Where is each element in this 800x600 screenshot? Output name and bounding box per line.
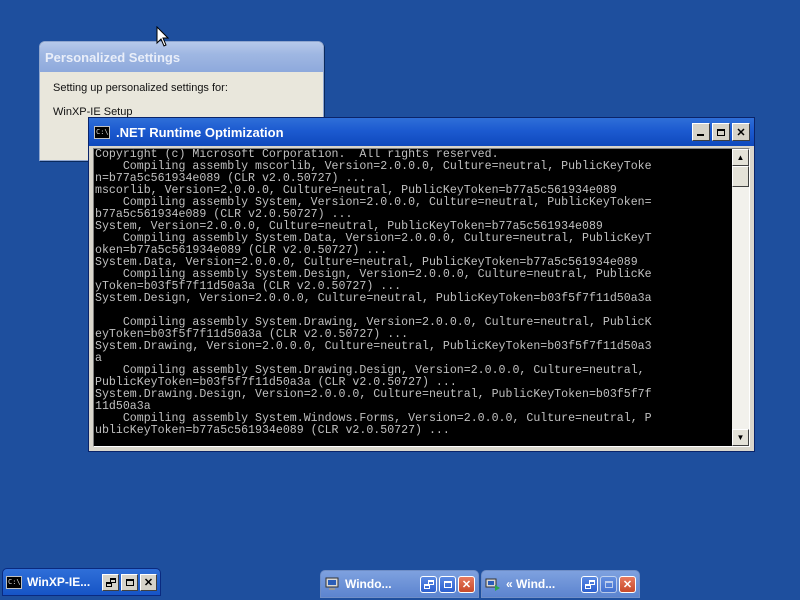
- setup-icon: [485, 578, 500, 591]
- console-line: System.Design, Version=2.0.0.0, Culture=…: [95, 292, 652, 305]
- close-button[interactable]: ✕: [458, 575, 475, 593]
- minimized-window-label: WinXP-IE...: [27, 575, 91, 589]
- computer-icon: [325, 577, 339, 590]
- scroll-thumb[interactable]: [732, 166, 749, 187]
- close-icon: ✕: [143, 576, 154, 589]
- console-scrollbar[interactable]: ▲ ▼: [732, 149, 749, 446]
- minimize-icon: [697, 134, 704, 136]
- console-line: System.Drawing.Design, Version=2.0.0.0, …: [95, 388, 652, 401]
- mouse-pointer-icon: [156, 26, 170, 47]
- console-line: ublicKeyToken=b77a5c561934e089 (CLR v2.0…: [95, 424, 450, 437]
- console-title: .NET Runtime Optimization: [116, 124, 284, 140]
- console-line: System.Drawing, Version=2.0.0.0, Culture…: [95, 340, 652, 353]
- maximize-button[interactable]: [600, 575, 617, 593]
- close-icon: ✕: [736, 126, 746, 139]
- restore-button[interactable]: [581, 575, 598, 593]
- personalized-settings-title: Personalized Settings: [45, 49, 181, 65]
- restore-icon: [105, 577, 116, 587]
- arrow-up-icon: ▲: [736, 153, 745, 162]
- scroll-down-button[interactable]: ▼: [732, 429, 749, 446]
- maximize-button[interactable]: [121, 573, 138, 591]
- restore-button[interactable]: [420, 575, 437, 593]
- console-output-area[interactable]: Copyright (c) Microsoft Corporation. All…: [93, 148, 750, 447]
- minimize-button[interactable]: [692, 123, 710, 141]
- minimized-window-label: « Wind...: [506, 577, 556, 591]
- personalized-settings-titlebar[interactable]: Personalized Settings: [40, 42, 323, 72]
- close-button[interactable]: ✕: [140, 573, 157, 591]
- personalized-settings-message: Setting up personalized settings for:: [53, 82, 228, 94]
- maximize-icon: [717, 128, 725, 136]
- arrow-down-icon: ▼: [736, 433, 745, 442]
- maximize-icon: [604, 580, 613, 588]
- console-window[interactable]: C:\ .NET Runtime Optimization ✕ Copyrigh…: [88, 117, 755, 452]
- close-button[interactable]: ✕: [732, 123, 750, 141]
- maximize-button[interactable]: [712, 123, 730, 141]
- minimized-window-windows-setup[interactable]: « Wind... ✕: [481, 570, 640, 598]
- maximize-button[interactable]: [439, 575, 456, 593]
- minimized-window-winxp-ie[interactable]: C:\ WinXP-IE... ✕: [2, 568, 161, 596]
- console-output: Copyright (c) Microsoft Corporation. All…: [95, 149, 731, 446]
- close-button[interactable]: ✕: [619, 575, 636, 593]
- restore-icon: [423, 579, 434, 589]
- restore-icon: [584, 579, 595, 589]
- minimized-window-label: Windo...: [345, 577, 392, 591]
- close-icon: ✕: [622, 578, 633, 591]
- maximize-icon: [125, 578, 134, 586]
- command-prompt-icon: C:\: [6, 575, 22, 589]
- scroll-up-button[interactable]: ▲: [732, 149, 749, 166]
- close-icon: ✕: [461, 578, 472, 591]
- console-titlebar[interactable]: C:\ .NET Runtime Optimization ✕: [89, 118, 754, 146]
- minimized-window-windows[interactable]: Windo... ✕: [320, 570, 479, 598]
- command-prompt-icon: C:\: [94, 125, 110, 139]
- restore-button[interactable]: [102, 573, 119, 591]
- maximize-icon: [443, 580, 452, 588]
